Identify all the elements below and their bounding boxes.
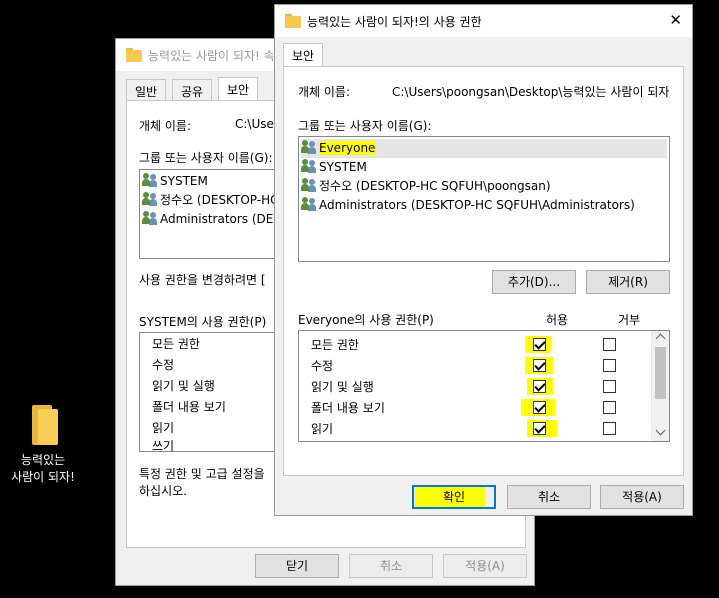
list-item[interactable]: Administrators (DESKTOP-HC SQFUH\Adminis… (301, 196, 635, 215)
allow-header: 허용 (546, 313, 569, 327)
deny-checkbox[interactable] (603, 422, 616, 435)
window-title: 능력있는 사람이 되자! 속 (148, 49, 275, 63)
permissions-dialog: 능력있는 사람이 되자!의 사용 권한 ✕ 보안 개체 이름: C:\Users… (274, 4, 693, 516)
change-text: 사용 권한을 변경하려면 [ (139, 273, 266, 287)
perm-list: 모든 권한 수정 읽기 및 실행 폴더 내용 보기 읽기 쓰기 (139, 332, 289, 453)
list-item: 폴더 내용 보기 (152, 400, 226, 414)
list-item: 읽기 (152, 421, 175, 435)
list-item[interactable]: 정수오 (DESKTOP-HC SQFUH\poongsan) (301, 177, 551, 196)
group-label: 그룹 또는 사용자 이름(G): (298, 119, 432, 133)
list-item[interactable]: Administrators (DES (142, 210, 281, 229)
list-item[interactable]: SYSTEM (142, 172, 208, 191)
folder-icon (126, 48, 142, 62)
deny-checkbox[interactable] (603, 338, 616, 351)
advanced-text: 특정 권한 및 고급 설정을 (139, 467, 265, 481)
object-name-value: C:\Use (235, 117, 274, 131)
allow-checkbox[interactable] (533, 380, 546, 393)
list-item[interactable]: 정수오 (DESKTOP-HC (142, 191, 278, 210)
list-item: 수정 (152, 358, 175, 372)
user-list[interactable]: Everyone SYSTEM 정수오 (DESKTOP-HC SQFUH\po… (298, 136, 670, 262)
perm-row: 폴더 내용 보기 (311, 401, 385, 415)
perm-row: 읽기 및 실행 (311, 380, 374, 394)
cancel-button[interactable]: 취소 (507, 485, 591, 509)
add-button[interactable]: 추가(D)... (492, 270, 576, 294)
deny-checkbox[interactable] (603, 401, 616, 414)
deny-checkbox[interactable] (603, 380, 616, 393)
users-icon (142, 211, 158, 225)
list-item: 읽기 및 실행 (152, 379, 215, 393)
folder-label-2: 사람이 되자! (11, 470, 75, 484)
perm-label: SYSTEM의 사용 권한(P) (139, 315, 267, 329)
user-icon (142, 192, 158, 206)
apply-button[interactable]: 적용(A) (600, 485, 684, 509)
perm-row: 읽기 (311, 422, 334, 436)
scrollbar-thumb[interactable] (655, 347, 666, 399)
advanced-text-2: 하십시오. (139, 484, 187, 498)
tab-security[interactable]: 보안 (283, 43, 324, 67)
list-item[interactable]: Everyone (301, 139, 667, 158)
users-icon (142, 173, 158, 187)
perm-label: Everyone의 사용 권한(P) (298, 313, 434, 327)
object-name-label: 개체 이름: (139, 119, 192, 133)
desktop-folder[interactable]: 능력있는 사람이 되자! (8, 405, 78, 495)
perm-list: 모든 권한 수정 읽기 및 실행 폴더 내용 보기 읽기 (298, 330, 670, 442)
perm-row: 수정 (311, 359, 334, 373)
object-name-label: 개체 이름: (298, 85, 351, 99)
allow-checkbox[interactable] (533, 338, 546, 351)
list-item: 쓰기 (152, 439, 175, 453)
perm-row: 모든 권한 (311, 338, 359, 352)
folder-label: 능력있는 (20, 453, 66, 467)
object-name-value: C:\Users\poongsan\Desktop\능력있는 사람이 되자 (392, 85, 670, 99)
allow-checkbox[interactable] (533, 401, 546, 414)
folder-icon (28, 405, 58, 445)
user-icon (301, 178, 317, 192)
tab-security[interactable]: 보안 (218, 77, 259, 101)
title-bar: 능력있는 사람이 되자!의 사용 권한 ✕ (275, 5, 692, 37)
users-icon (301, 140, 317, 154)
chevron-down-icon[interactable] (655, 425, 666, 436)
group-label: 그룹 또는 사용자 이름(G): (139, 151, 273, 165)
tab-sharing[interactable]: 공유 (172, 79, 213, 101)
scrollbar[interactable] (651, 331, 669, 441)
close-button[interactable]: 닫기 (255, 554, 339, 578)
list-item: 모든 권한 (152, 337, 200, 351)
ok-button[interactable]: 확인 (412, 485, 496, 509)
chevron-up-icon[interactable] (655, 333, 666, 344)
folder-icon (285, 14, 301, 28)
close-icon[interactable]: ✕ (669, 11, 682, 29)
window-title: 능력있는 사람이 되자!의 사용 권한 (307, 15, 482, 29)
deny-checkbox[interactable] (603, 359, 616, 372)
apply-button[interactable]: 적용(A) (443, 554, 527, 578)
users-icon (301, 197, 317, 211)
security-panel: 개체 이름: C:\Users\poongsan\Desktop\능력있는 사람… (283, 66, 684, 476)
deny-header: 거부 (618, 313, 641, 327)
allow-checkbox[interactable] (533, 422, 546, 435)
tab-general[interactable]: 일반 (126, 79, 167, 101)
list-item[interactable]: SYSTEM (301, 158, 367, 177)
cancel-button[interactable]: 취소 (349, 554, 433, 578)
user-list[interactable]: SYSTEM 정수오 (DESKTOP-HC Administrators (D… (139, 169, 289, 259)
allow-checkbox[interactable] (533, 359, 546, 372)
users-icon (301, 159, 317, 173)
remove-button[interactable]: 제거(R) (586, 270, 670, 294)
